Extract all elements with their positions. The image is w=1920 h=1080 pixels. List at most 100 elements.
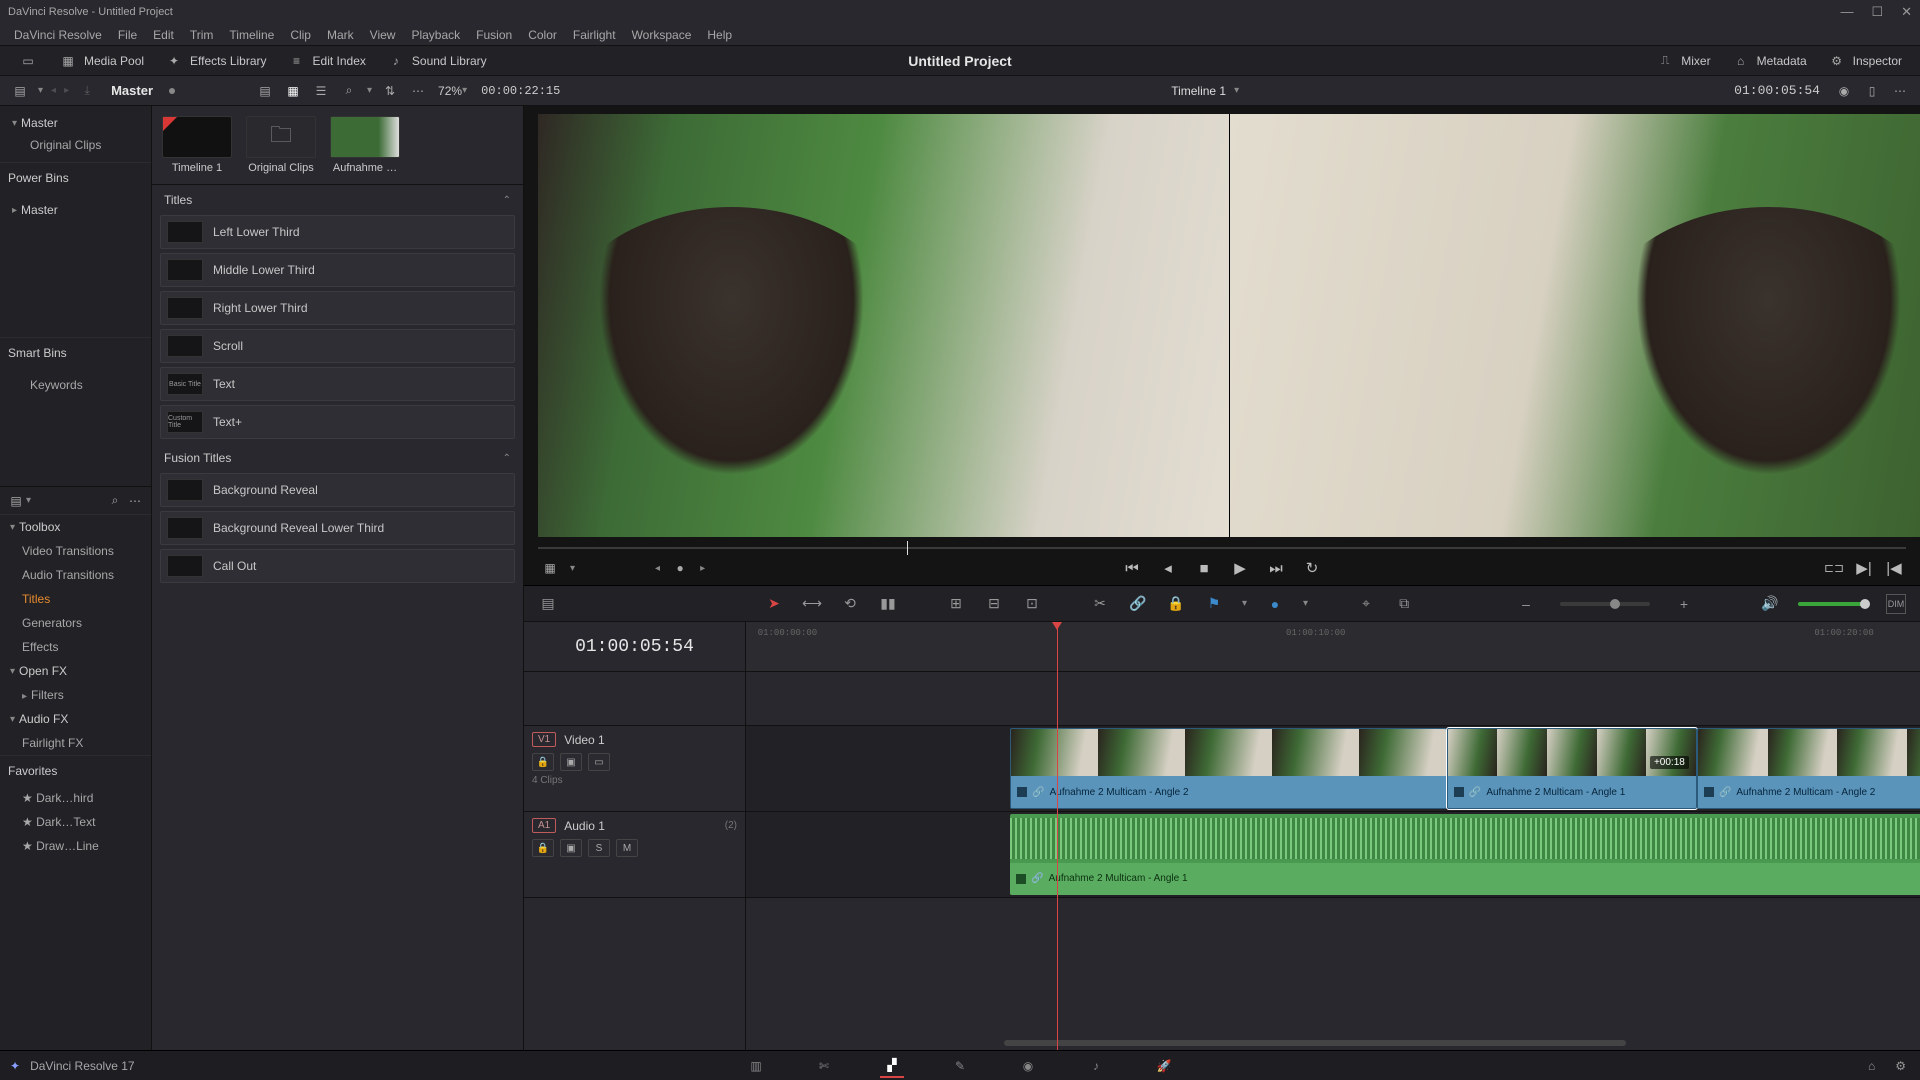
auto-select-button[interactable]: ▣ bbox=[560, 753, 582, 771]
page-edit[interactable]: ▞ bbox=[880, 1054, 904, 1078]
menu-color[interactable]: Color bbox=[520, 28, 565, 42]
bin-path[interactable]: Master bbox=[111, 83, 153, 98]
title-left-lower-third[interactable]: Left Lower Third bbox=[160, 215, 515, 249]
lock-icon[interactable]: 🔒 bbox=[1166, 594, 1186, 614]
fullscreen-toggle[interactable]: ▭ bbox=[8, 51, 48, 71]
dim-button[interactable]: DIM bbox=[1886, 594, 1906, 614]
metadata-toggle[interactable]: ⌂Metadata bbox=[1721, 51, 1817, 71]
edit-index-toggle[interactable]: ≡Edit Index bbox=[277, 51, 376, 71]
menu-resolve[interactable]: DaVinci Resolve bbox=[6, 28, 110, 42]
volume-slider[interactable] bbox=[1798, 602, 1868, 606]
power-bins-header[interactable]: Power Bins bbox=[0, 162, 151, 193]
sort-icon[interactable]: ⇅ bbox=[380, 81, 400, 101]
toolbox-group[interactable]: ▾Toolbox bbox=[0, 515, 151, 539]
razor-icon[interactable]: ✂ bbox=[1090, 594, 1110, 614]
collapse-icon[interactable]: ⌃ bbox=[503, 195, 511, 206]
cat-filters[interactable]: ▸Filters bbox=[0, 683, 151, 707]
audio-track-lane[interactable]: 🔗Aufnahme 2 Multicam - Angle 1 bbox=[746, 812, 1920, 898]
search-icon[interactable]: ⌕ bbox=[105, 491, 125, 511]
cat-fairlight-fx[interactable]: Fairlight FX bbox=[0, 731, 151, 755]
menu-view[interactable]: View bbox=[362, 28, 404, 42]
menu-help[interactable]: Help bbox=[699, 28, 740, 42]
zoom-out-icon[interactable]: – bbox=[1516, 594, 1536, 614]
page-fusion[interactable]: ✎ bbox=[948, 1054, 972, 1078]
video-track-header[interactable]: V1Video 1 🔒▣▭ 4 Clips bbox=[524, 726, 745, 812]
track-tag[interactable]: A1 bbox=[532, 818, 556, 833]
list-view-icon[interactable]: ☰ bbox=[311, 81, 331, 101]
timeline-tracks[interactable]: 01:00:00:00 01:00:10:00 01:00:20:00 🔗Auf… bbox=[746, 622, 1920, 1050]
inspector-toggle[interactable]: ⚙Inspector bbox=[1817, 51, 1912, 71]
multicam-view-icon[interactable]: ▦ bbox=[540, 558, 560, 578]
menu-timeline[interactable]: Timeline bbox=[221, 28, 282, 42]
sound-library-toggle[interactable]: ♪Sound Library bbox=[376, 51, 497, 71]
menu-fusion[interactable]: Fusion bbox=[468, 28, 520, 42]
replace-icon[interactable]: ⊡ bbox=[1022, 594, 1042, 614]
menu-workspace[interactable]: Workspace bbox=[624, 28, 700, 42]
mute-icon[interactable]: 🔊 bbox=[1760, 594, 1780, 614]
playhead[interactable] bbox=[1057, 622, 1058, 1050]
page-cut[interactable]: ✄ bbox=[812, 1054, 836, 1078]
chevron-down-icon[interactable]: ▾ bbox=[38, 85, 43, 96]
play-button[interactable]: ▶ bbox=[1230, 559, 1250, 577]
chevron-down-icon[interactable]: ▾ bbox=[26, 495, 31, 506]
multicam-angle-2[interactable] bbox=[1229, 114, 1920, 537]
fav-item-1[interactable]: ★ Dark…hird bbox=[0, 786, 151, 810]
title-right-lower-third[interactable]: Right Lower Third bbox=[160, 291, 515, 325]
next-clip-button[interactable]: ▶| bbox=[1854, 559, 1874, 577]
fav-item-3[interactable]: ★ Draw…Line bbox=[0, 834, 151, 858]
chevron-down-icon[interactable]: ▾ bbox=[1234, 85, 1239, 96]
pool-item-timeline[interactable]: Timeline 1 bbox=[162, 116, 232, 174]
menu-edit[interactable]: Edit bbox=[145, 28, 182, 42]
audiofx-group[interactable]: ▾Audio FX bbox=[0, 707, 151, 731]
selection-tool-icon[interactable]: ➤ bbox=[764, 594, 784, 614]
solo-button[interactable]: S bbox=[588, 839, 610, 857]
menu-mark[interactable]: Mark bbox=[319, 28, 362, 42]
snap-icon[interactable]: ⌖ bbox=[1356, 594, 1376, 614]
blade-tool-icon[interactable]: ▮▮ bbox=[878, 594, 898, 614]
track-tag[interactable]: V1 bbox=[532, 732, 556, 747]
page-fairlight[interactable]: ♪ bbox=[1084, 1054, 1108, 1078]
sidebar-toggle-icon[interactable]: ▤ bbox=[10, 81, 30, 101]
chevron-down-icon[interactable]: ▾ bbox=[1242, 598, 1247, 609]
link-icon[interactable]: 🔗 bbox=[1128, 594, 1148, 614]
openfx-group[interactable]: ▾Open FX bbox=[0, 659, 151, 683]
favorites-header[interactable]: Favorites bbox=[0, 755, 151, 786]
bin-master[interactable]: ▾Master bbox=[8, 112, 143, 134]
timeline-ruler[interactable]: 01:00:00:00 01:00:10:00 01:00:20:00 bbox=[746, 622, 1920, 672]
viewer-options-icon[interactable]: ⋯ bbox=[1890, 81, 1910, 101]
options-icon[interactable]: ⋯ bbox=[125, 491, 145, 511]
options-icon[interactable]: ⋯ bbox=[408, 81, 428, 101]
effects-library-toggle[interactable]: ✦Effects Library bbox=[154, 51, 276, 71]
title-middle-lower-third[interactable]: Middle Lower Third bbox=[160, 253, 515, 287]
insert-icon[interactable]: ⊞ bbox=[946, 594, 966, 614]
page-media[interactable]: ▥ bbox=[744, 1054, 768, 1078]
timeline-view-options-icon[interactable]: ▤ bbox=[538, 594, 558, 614]
power-bin-master[interactable]: ▸Master bbox=[8, 199, 143, 221]
chevron-down-icon[interactable]: ▾ bbox=[462, 85, 467, 96]
lock-track-button[interactable]: 🔒 bbox=[532, 839, 554, 857]
window-close-button[interactable]: ✕ bbox=[1901, 4, 1912, 20]
fusion-title-background-reveal-lower-third[interactable]: Background Reveal Lower Third bbox=[160, 511, 515, 545]
chevron-down-icon[interactable]: ▾ bbox=[570, 563, 575, 574]
menu-clip[interactable]: Clip bbox=[282, 28, 319, 42]
cat-effects[interactable]: Effects bbox=[0, 635, 151, 659]
zoom-slider[interactable] bbox=[1560, 602, 1650, 606]
thumbnail-view-icon[interactable]: ▦ bbox=[283, 81, 303, 101]
lock-track-button[interactable]: 🔒 bbox=[532, 753, 554, 771]
flag-icon[interactable]: ⚑ bbox=[1204, 594, 1224, 614]
cat-titles[interactable]: Titles bbox=[0, 587, 151, 611]
go-start-button[interactable]: ⏮ bbox=[1122, 560, 1142, 577]
home-icon[interactable]: ⌂ bbox=[1868, 1059, 1875, 1073]
pool-item-clip[interactable]: Aufnahme … bbox=[330, 116, 400, 174]
viewer-zoom[interactable]: 72% bbox=[438, 84, 462, 98]
match-frame-icon[interactable]: ● bbox=[670, 558, 690, 578]
auto-select-button[interactable]: ▣ bbox=[560, 839, 582, 857]
viewer-scrubber[interactable] bbox=[538, 545, 1906, 551]
go-end-button[interactable]: ⏭ bbox=[1266, 560, 1286, 577]
step-back-button[interactable]: ◂ bbox=[1158, 559, 1178, 577]
page-color[interactable]: ◉ bbox=[1016, 1054, 1040, 1078]
prev-edit-icon[interactable]: ◂ bbox=[655, 563, 660, 574]
mixer-toggle[interactable]: ⎍Mixer bbox=[1645, 51, 1720, 71]
title-text[interactable]: Basic TitleText bbox=[160, 367, 515, 401]
fusion-title-background-reveal[interactable]: Background Reveal bbox=[160, 473, 515, 507]
